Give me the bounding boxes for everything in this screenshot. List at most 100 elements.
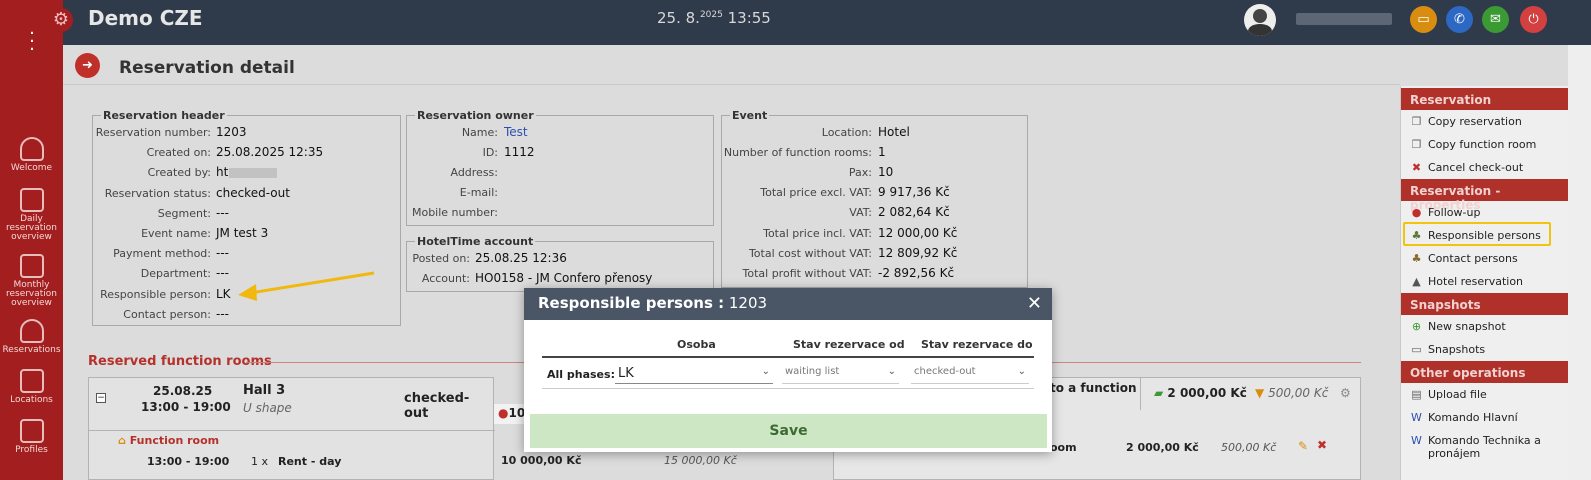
row-divider [542, 388, 1034, 389]
status-to-select[interactable]: checked-out ⌄ [911, 364, 1029, 384]
chat-icon[interactable]: ✉ [1482, 6, 1509, 33]
event-field-label: Total price incl. VAT: [763, 226, 872, 240]
account-field-value: HO0158 - JM Confero přenosy [475, 271, 653, 285]
redacted-mark [229, 168, 277, 179]
right-action-label: Contact persons [1428, 252, 1518, 265]
profiles-icon [19, 419, 44, 443]
right-action-cancel-check-out[interactable]: ✖ Cancel check-out [1401, 157, 1569, 179]
nav-reservations[interactable]: Reservations [0, 319, 63, 355]
right-action-upload-file[interactable]: ▤ Upload file [1401, 384, 1569, 406]
right-action-label: Copy reservation [1428, 115, 1522, 128]
settings-gear-icon[interactable]: ⚙ [1340, 386, 1351, 400]
right-action-contact-persons[interactable]: ♣ Contact persons [1401, 248, 1569, 270]
event-field-label: Pax: [848, 166, 872, 180]
modal-reservation-number: 1203 [728, 294, 768, 312]
person-select[interactable]: LK ⌄ [615, 364, 773, 384]
function-room-subtitle: ⌂ Function room [118, 434, 220, 447]
alert-icon: ● [1411, 206, 1422, 219]
back-button[interactable]: ➜ [75, 53, 100, 78]
scrollbar[interactable] [1568, 45, 1591, 480]
right-section-header: Reservation - properties [1401, 179, 1569, 212]
header-field-label: Created on: [146, 146, 211, 160]
cancel-icon: ✖ [1411, 161, 1422, 174]
extras-line-price: 2 000,00 Kč [1126, 441, 1199, 454]
header-field-label: Segment: [157, 206, 211, 220]
event-field-label: Location: [821, 126, 872, 139]
book-icon[interactable]: ▭ [1410, 6, 1437, 33]
header-field-value: checked-out [216, 185, 290, 200]
gear-icon[interactable]: ⚙ [49, 8, 73, 32]
right-action-label: New snapshot [1428, 320, 1506, 333]
extras-line-name: oom [1050, 441, 1077, 454]
event-legend: Event [732, 109, 768, 122]
copy-icon: ❐ [1411, 115, 1422, 128]
header-field-value: --- [216, 306, 229, 321]
right-action-label: Snapshots [1428, 343, 1486, 356]
page-header: ➜ Reservation detail [63, 45, 1400, 85]
money-icon: ▰ [1154, 386, 1164, 400]
right-action-label: Copy function room [1428, 138, 1537, 151]
owner-field-label: E-mail: [459, 186, 498, 199]
right-action-label: Komando Hlavní [1428, 411, 1518, 424]
account-field-label: Account: [421, 272, 470, 285]
extras-line-cost: 500,00 Kč [1221, 441, 1277, 454]
hotel-icon: ▲ [1412, 275, 1421, 288]
event-field-label: Total cost without VAT: [748, 246, 872, 260]
all-phases-label: All phases: [547, 368, 615, 381]
hoteltime-account-legend: HotelTime account [417, 235, 534, 248]
nav-locations[interactable]: Locations [0, 369, 63, 405]
owner-field-value: 1112 [504, 145, 535, 159]
function-room-card: − 25.08.25 13:00 - 19:00 Hall 3 U shape … [88, 377, 525, 480]
delete-icon[interactable]: ✖ [1317, 438, 1327, 452]
event-field-label: Number of function rooms: [723, 146, 872, 160]
nav-profiles[interactable]: Profiles [0, 419, 63, 455]
right-action-new-snapshot[interactable]: ⊕ New snapshot [1401, 316, 1569, 338]
table-header-divider [542, 356, 1034, 358]
owner-field-value[interactable]: Test [504, 125, 528, 139]
right-action-hotel-reservation[interactable]: ▲ Hotel reservation [1401, 271, 1569, 293]
right-action-label: Cancel check-out [1428, 161, 1524, 174]
collapse-toggle[interactable]: − [96, 393, 106, 403]
line-price2: 15 000,00 Kč [664, 454, 737, 467]
modal-header: Responsible persons : 1203 [524, 288, 1052, 320]
owner-field-label: Address: [450, 166, 498, 179]
edit-pencil-icon[interactable]: ✎ [1298, 439, 1308, 453]
room-time: 13:00 - 19:00 [141, 400, 231, 414]
owner-field-label: ID: [482, 146, 498, 159]
right-action-komando-technika-a[interactable]: W Komando Technika a pronájem [1401, 430, 1569, 460]
power-icon[interactable]: ⏻ [1520, 6, 1547, 33]
right-action-komando-hlavn-[interactable]: W Komando Hlavní [1401, 407, 1569, 429]
event-field-value: 12 000,00 Kč [878, 225, 958, 240]
header-field-value: --- [216, 205, 229, 220]
account-field-label: Posted on: [412, 252, 470, 265]
room-date: 25.08.25 [153, 384, 213, 398]
header-field-value: 1203 [216, 125, 247, 139]
right-actions-panel: Reservation ❐ Copy reservation ❐ Copy functi… [1400, 86, 1569, 480]
person-icon: ● [498, 406, 509, 420]
extras-header: to a function [1050, 381, 1137, 395]
owner-field-label: Name: [461, 126, 498, 139]
right-action-copy-function-room[interactable]: ❐ Copy function room [1401, 134, 1569, 156]
right-action-label: Upload file [1428, 388, 1487, 401]
cost-icon: ▼ [1255, 386, 1265, 400]
close-icon[interactable]: ✕ [1027, 293, 1042, 314]
more-menu-icon[interactable]: · · · [25, 25, 39, 59]
right-action-follow-up[interactable]: ● Follow-up [1401, 202, 1569, 224]
event-field-value: 9 917,36 Kč [878, 185, 950, 200]
room-hall[interactable]: Hall 3 [243, 383, 285, 398]
column-stav-od: Stav rezervace od [793, 338, 905, 351]
right-action-snapshots[interactable]: ▭ Snapshots [1401, 339, 1569, 361]
status-from-select[interactable]: waiting list ⌄ [782, 364, 899, 384]
top-bar: ⚙ Demo CZE 25. 8.2025 13:55 ▭ ✆ ✉ ⏻ [49, 0, 1591, 45]
avatar[interactable] [1244, 4, 1276, 36]
right-action-copy-reservation[interactable]: ❐ Copy reservation [1401, 111, 1569, 133]
column-osoba: Osoba [677, 338, 716, 351]
reservation-header-legend: Reservation header [103, 109, 225, 122]
room-shape: U shape [243, 401, 292, 415]
event-field-value: 1 [878, 145, 886, 160]
phone-icon[interactable]: ✆ [1446, 6, 1473, 33]
header-field-label: Responsible person: [100, 287, 211, 301]
save-button[interactable]: Save [530, 414, 1047, 448]
event-field-label: VAT: [849, 206, 872, 220]
event-field-value: 12 809,92 Kč [878, 245, 958, 260]
